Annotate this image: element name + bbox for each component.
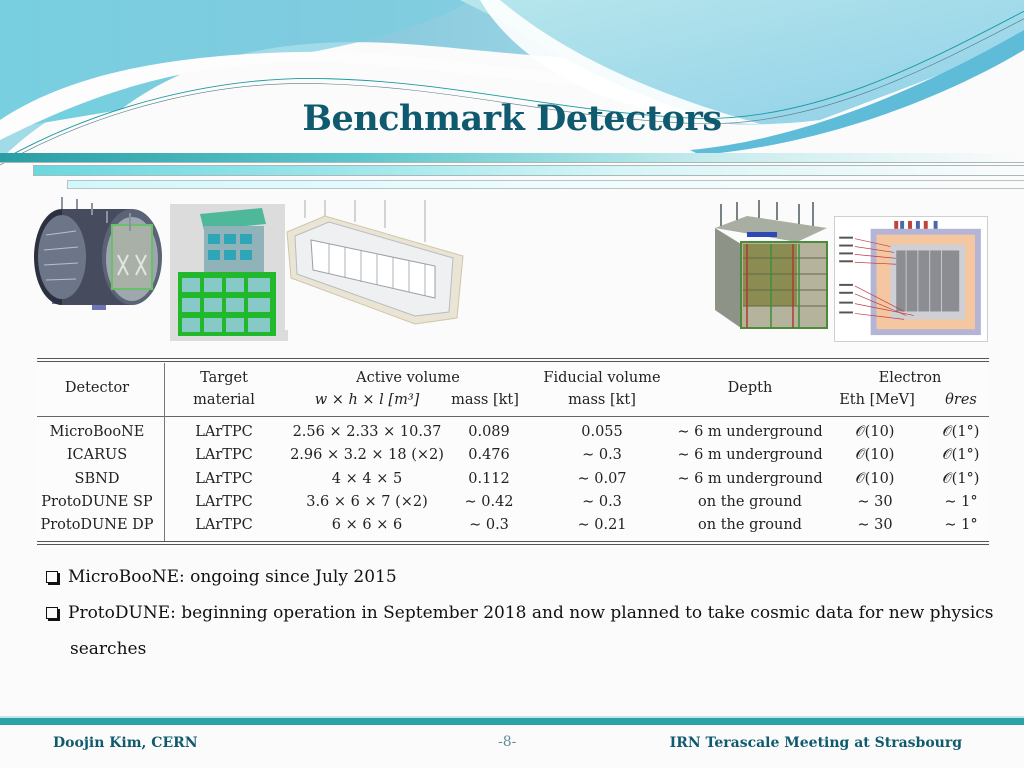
header-active-dims: w × h × l [m³] [314,392,420,408]
cell-mass: 0.476 [468,447,510,463]
cell-eth: 𝒪(10) [855,424,895,440]
protodune-sp-image [707,198,829,333]
slide-title: Benchmark Detectors [302,98,722,139]
cell-dims: 6 × 6 × 6 [331,517,403,533]
cell-fiducial: ∼ 0.3 [582,447,622,463]
header-wave-decoration [0,0,1024,166]
cell-detector: ProtoDUNE DP [40,517,154,533]
bullet-item: ProtoDUNE: beginning operation in Septem… [46,603,994,623]
header-detector: Detector [64,380,130,396]
cell-dims: 2.96 × 3.2 × 18 (×2) [290,447,444,463]
cell-eth: 𝒪(10) [855,471,895,487]
protodune-dp-image [834,216,988,342]
microboone-image [32,195,172,325]
header-theta-res: θres [945,392,977,408]
cell-theta: ∼ 1° [944,494,978,510]
icarus-image [285,198,465,330]
cell-theta: 𝒪(1°) [942,424,980,440]
header-eth: Eth [MeV] [839,392,915,408]
cell-target: LArTPC [195,424,253,440]
title-divider-bar-2 [33,165,1024,176]
cell-mass: ∼ 0.42 [464,494,514,510]
footer-page-number: -8- [498,734,517,750]
checkbox-bullet-icon [46,571,58,583]
bullet-item: MicroBooNE: ongoing since July 2015 [46,567,397,587]
cell-dims: 4 × 4 × 5 [331,471,403,487]
cell-fiducial: ∼ 0.3 [582,494,622,510]
cell-eth: ∼ 30 [857,517,893,533]
header-fiducial-line1: Fiducial volume [543,370,661,386]
cell-dims: 3.6 × 6 × 7 (×2) [306,494,428,510]
cell-mass: 0.089 [468,424,510,440]
footer-bar [0,716,1024,725]
cell-depth: ∼ 6 m underground [677,424,823,440]
table-header-rule [37,416,989,417]
cell-dims: 2.56 × 2.33 × 10.37 [292,424,442,440]
cell-detector: ProtoDUNE SP [41,494,153,510]
header-target-line2: material [193,392,255,408]
cell-fiducial: 0.055 [581,424,623,440]
sbnd-image [170,204,288,341]
header-active-mass: mass [kt] [451,392,519,408]
cell-target: LArTPC [195,447,253,463]
checkbox-bullet-icon [46,607,58,619]
title-divider-bar-1 [0,153,1024,163]
footer-author: Doojin Kim, CERN [53,735,198,751]
cell-depth: ∼ 6 m underground [677,447,823,463]
cell-detector: SBND [74,471,120,487]
table-vertical-rule [164,363,165,541]
cell-mass: ∼ 0.3 [469,517,509,533]
table-top-rule [37,358,989,362]
footer-event: IRN Terascale Meeting at Strasbourg [669,735,962,751]
cell-fiducial: ∼ 0.07 [577,471,627,487]
cell-target: LArTPC [195,517,253,533]
header-electron: Electron [878,370,942,386]
cell-depth: ∼ 6 m underground [677,471,823,487]
cell-fiducial: ∼ 0.21 [577,517,627,533]
cell-detector: MicroBooNE [49,424,145,440]
cell-eth: ∼ 30 [857,494,893,510]
cell-target: LArTPC [195,494,253,510]
cell-depth: on the ground [698,517,802,533]
bullet-text: ProtoDUNE: beginning operation in Septem… [68,603,994,623]
cell-eth: 𝒪(10) [855,447,895,463]
cell-detector: ICARUS [66,447,128,463]
title-divider-bar-3 [67,180,1024,189]
header-fiducial-line2: mass [kt] [568,392,636,408]
header-depth: Depth [727,380,773,396]
cell-target: LArTPC [195,471,253,487]
header-target-line1: Target [200,370,248,386]
detector-comparison-table: Detector Target material Active volume w… [37,358,989,546]
cell-theta: ∼ 1° [944,517,978,533]
bullet-text: MicroBooNE: ongoing since July 2015 [68,567,397,587]
table-bottom-rule [37,541,989,545]
cell-theta: 𝒪(1°) [942,447,980,463]
cell-theta: 𝒪(1°) [942,471,980,487]
cell-mass: 0.112 [468,471,510,487]
bullet-continuation: searches [70,639,147,659]
cell-depth: on the ground [698,494,802,510]
header-active-volume: Active volume [356,370,460,386]
